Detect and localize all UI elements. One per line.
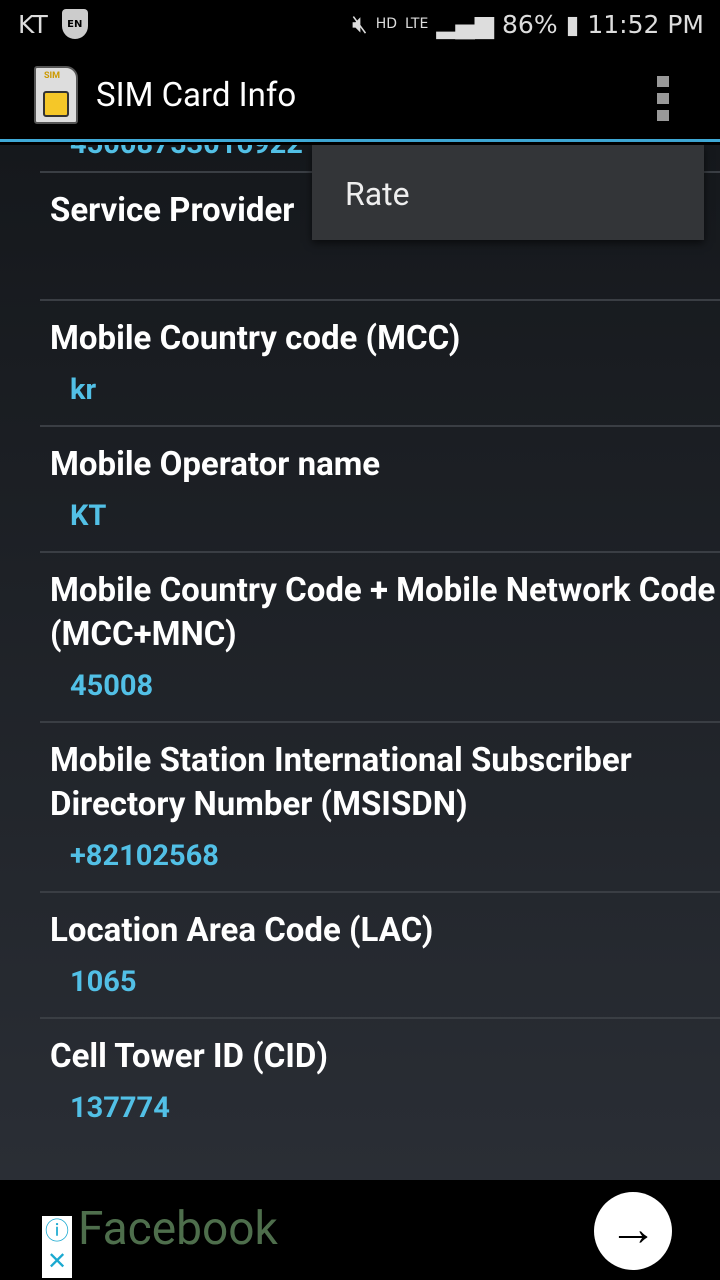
lte-icon: LTE xyxy=(405,16,429,32)
item-label: Mobile Operator name xyxy=(50,445,381,484)
item-label: Mobile Station International Subscriber … xyxy=(50,741,632,824)
menu-item-rate[interactable]: Rate xyxy=(345,175,704,213)
list-item: Location Area Code (LAC) 1065 xyxy=(40,893,720,1019)
ad-banner[interactable]: ⓘ ✕ Facebook → xyxy=(0,1180,720,1280)
battery-charging-icon: ▮ xyxy=(565,9,580,39)
item-value: 137774 xyxy=(70,1091,170,1125)
vpn-shield-icon: EN xyxy=(61,9,88,39)
item-value: 45008753016922 xyxy=(70,145,303,161)
info-list[interactable]: 45008753016922 Service Provider Mobile C… xyxy=(0,145,720,1180)
list-item: Mobile Operator name KT xyxy=(40,427,720,553)
status-bar: KT EN 🔇︎ HD LTE ▂▄▆ 86% ▮ 11:52 PM xyxy=(0,0,720,48)
ad-title[interactable]: Facebook xyxy=(78,1202,278,1256)
item-label: Location Area Code (LAC) xyxy=(50,911,434,950)
mute-icon: 🔇︎ xyxy=(351,9,368,38)
list-item: Cell Tower ID (CID) 137774 xyxy=(40,1019,720,1143)
ad-info-icon[interactable]: ⓘ xyxy=(42,1216,72,1246)
overflow-menu-icon[interactable] xyxy=(657,76,669,121)
item-value: +82102568 xyxy=(70,839,219,873)
list-item: Mobile Country Code + Mobile Network Cod… xyxy=(40,553,720,723)
item-label: Mobile Country Code + Mobile Network Cod… xyxy=(50,571,716,654)
carrier: KT xyxy=(18,9,48,39)
battery-percent: 86% xyxy=(502,9,558,39)
list-item: Mobile Station International Subscriber … xyxy=(40,723,720,893)
clock: 11:52 PM xyxy=(587,9,704,39)
signal-icon: ▂▄▆ xyxy=(436,9,495,39)
sim-card-icon: SIM xyxy=(34,66,78,124)
arrow-right-icon[interactable]: → xyxy=(594,1192,672,1270)
app-bar: SIM SIM Card Info xyxy=(0,48,720,142)
item-value: KT xyxy=(70,499,107,533)
item-value: 45008 xyxy=(70,669,154,703)
list-item: Mobile Country code (MCC) kr xyxy=(40,301,720,427)
item-value: kr xyxy=(70,373,97,407)
hd-icon: HD xyxy=(375,16,398,32)
overflow-menu: Rate xyxy=(312,145,704,240)
item-label: Cell Tower ID (CID) xyxy=(50,1037,328,1076)
item-value: 1065 xyxy=(70,965,137,999)
app-title: SIM Card Info xyxy=(96,76,297,115)
ad-close-icon[interactable]: ✕ xyxy=(42,1246,72,1276)
item-label: Mobile Country code (MCC) xyxy=(50,319,461,358)
